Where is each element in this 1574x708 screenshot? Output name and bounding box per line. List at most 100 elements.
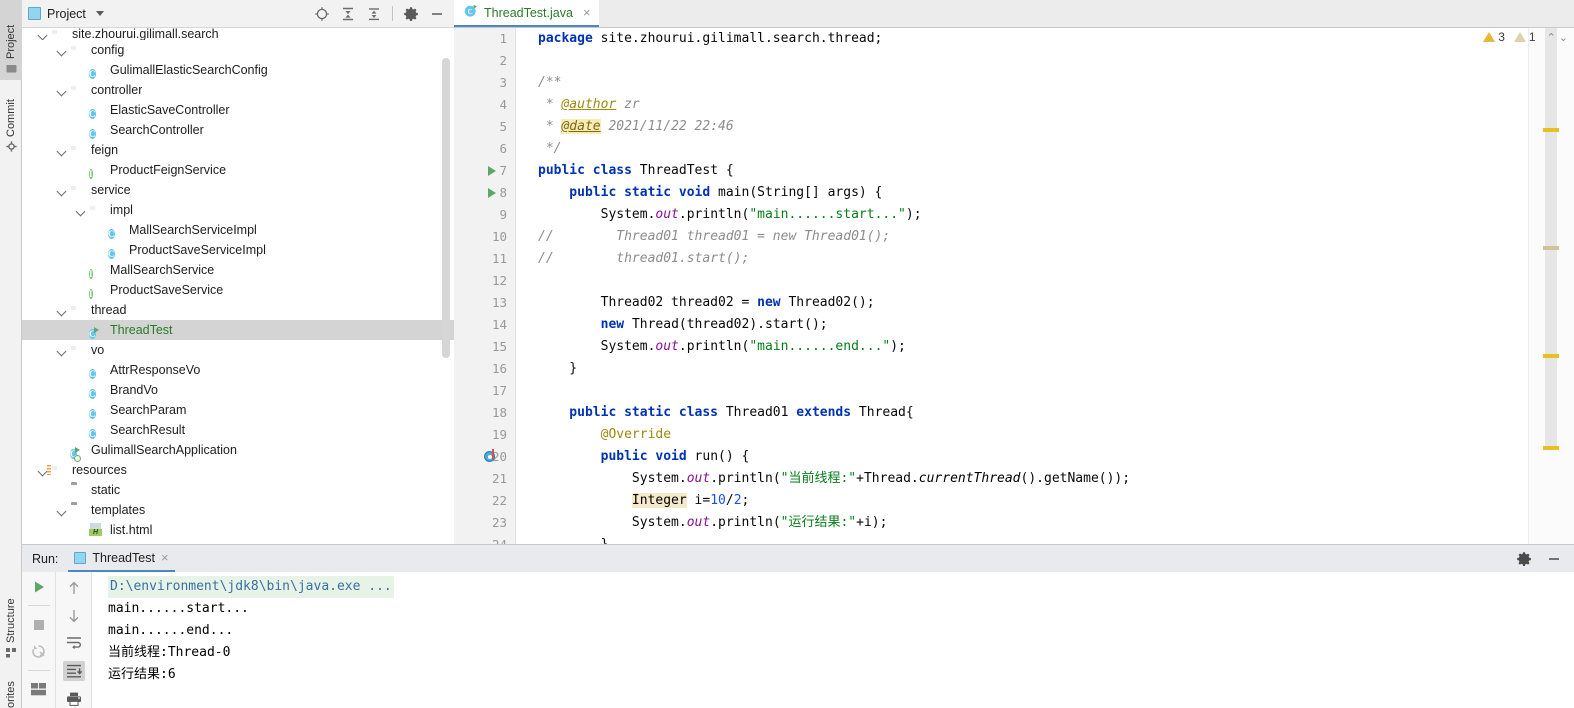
inspection-marker[interactable] <box>1543 446 1559 450</box>
code-line[interactable]: package site.zhourui.gilimall.search.thr… <box>516 28 1528 50</box>
down-arrow-icon[interactable] <box>63 606 85 626</box>
code-line[interactable]: @Override <box>516 424 1528 446</box>
close-icon[interactable]: × <box>583 5 591 20</box>
chevron-down-icon[interactable]: ⌄ <box>1559 31 1568 44</box>
sidebar-item-commit[interactable]: Commit <box>0 80 22 158</box>
code-line[interactable] <box>516 380 1528 402</box>
tree-item[interactable]: I MallSearchService <box>22 260 454 280</box>
tree-item[interactable]: C ProductSaveServiceImpl <box>22 240 454 260</box>
code-line[interactable]: public static void main(String[] args) { <box>516 182 1528 204</box>
project-tree-scrollbar[interactable] <box>442 58 450 358</box>
code-line[interactable]: } <box>516 358 1528 380</box>
tree-item[interactable]: templates <box>22 500 454 520</box>
tree-item[interactable]: C BrandVo <box>22 380 454 400</box>
code-line[interactable]: public static class Thread01 extends Thr… <box>516 402 1528 424</box>
chevron-down-icon[interactable] <box>95 11 104 16</box>
run-console-output[interactable]: D:\environment\jdk8\bin\java.exe ... main… <box>92 572 1574 708</box>
run-tab-threadtest[interactable]: ThreadTest × <box>68 545 175 572</box>
tree-item[interactable]: controller <box>22 80 454 100</box>
locate-icon[interactable] <box>314 6 330 22</box>
tree-item[interactable]: C ElasticSaveController <box>22 100 454 120</box>
tree-item[interactable]: C GulimallElasticSearchConfig <box>22 60 454 80</box>
rerun-icon[interactable] <box>28 578 50 595</box>
code-line[interactable]: System.out.println("当前线程:"+Thread.curren… <box>516 468 1528 490</box>
tree-item[interactable]: C AttrResponseVo <box>22 360 454 380</box>
inspection-marker[interactable] <box>1543 246 1559 250</box>
chevron-down-icon[interactable] <box>57 345 68 356</box>
code-content[interactable]: package site.zhourui.gilimall.search.thr… <box>516 28 1528 544</box>
code-line[interactable]: System.out.println("main......start...")… <box>516 204 1528 226</box>
chevron-down-icon[interactable] <box>57 145 68 156</box>
tree-item[interactable]: service <box>22 180 454 200</box>
tree-item[interactable]: C SearchController <box>22 120 454 140</box>
tab-threadtest-java[interactable]: C ThreadTest.java × <box>454 0 599 27</box>
chevron-down-icon[interactable] <box>57 85 68 96</box>
chevron-down-icon[interactable] <box>57 45 68 56</box>
tree-item[interactable]: I ProductSaveService <box>22 280 454 300</box>
print-icon[interactable] <box>63 689 85 708</box>
code-line[interactable]: Integer i=10/2; <box>516 490 1528 512</box>
inspection-summary[interactable]: 3 1 ⌃ ⌄ <box>1483 30 1568 44</box>
tree-item[interactable]: Hlist.html <box>22 520 454 540</box>
stop-icon[interactable] <box>28 616 50 633</box>
close-icon[interactable]: × <box>161 550 169 565</box>
tree-item[interactable]: thread <box>22 300 454 320</box>
code-line[interactable]: * @date 2021/11/22 22:46 <box>516 116 1528 138</box>
code-line[interactable]: System.out.println("运行结果:"+i); <box>516 512 1528 534</box>
chevron-down-icon[interactable] <box>57 305 68 316</box>
gear-icon[interactable] <box>403 6 419 22</box>
layout-icon[interactable] <box>28 681 50 698</box>
chevron-down-icon[interactable] <box>57 505 68 516</box>
code-line[interactable]: * @author zr <box>516 94 1528 116</box>
code-line[interactable]: public void run() { <box>516 446 1528 468</box>
editor-gutter[interactable]: 123456789101112131415161718192021222324 <box>454 28 516 552</box>
rerun-failed-icon[interactable] <box>28 643 50 660</box>
tree-item[interactable]: impl <box>22 200 454 220</box>
code-line[interactable]: */ <box>516 138 1528 160</box>
inspection-marker[interactable] <box>1543 354 1559 358</box>
code-line[interactable] <box>516 50 1528 72</box>
tree-item[interactable]: resources <box>22 460 454 480</box>
inspection-marker[interactable] <box>1543 128 1559 132</box>
tree-item[interactable]: vo <box>22 340 454 360</box>
up-arrow-icon[interactable] <box>63 578 85 598</box>
chevron-down-icon[interactable] <box>38 29 49 40</box>
tree-item[interactable]: C MallSearchServiceImpl <box>22 220 454 240</box>
code-line[interactable]: public class ThreadTest { <box>516 160 1528 182</box>
tree-item[interactable]: site.zhourui.gilimall.search <box>22 28 454 40</box>
scroll-to-end-icon[interactable] <box>62 661 85 682</box>
code-line[interactable]: new Thread(thread02).start(); <box>516 314 1528 336</box>
code-line[interactable]: Thread02 thread02 = new Thread02(); <box>516 292 1528 314</box>
chevron-down-icon[interactable] <box>57 185 68 196</box>
minimize-icon[interactable] <box>429 6 445 22</box>
sidebar-item-favorites[interactable]: orites <box>0 664 22 708</box>
code-line[interactable]: // thread01.start(); <box>516 248 1528 270</box>
tree-item[interactable]: feign <box>22 140 454 160</box>
tree-item[interactable]: I ProductFeignService <box>22 160 454 180</box>
chevron-down-icon[interactable] <box>76 205 87 216</box>
inspection-strip[interactable] <box>1528 28 1574 544</box>
run-gutter-icon[interactable] <box>488 166 496 176</box>
gear-icon[interactable] <box>1516 551 1532 567</box>
code-line[interactable] <box>516 270 1528 292</box>
editor-scrollbar-track[interactable] <box>1545 28 1557 448</box>
minimize-icon[interactable] <box>1546 551 1562 567</box>
soft-wrap-icon[interactable] <box>63 634 85 654</box>
run-gutter-icon[interactable] <box>488 188 496 198</box>
collapse-all-icon[interactable] <box>366 6 382 22</box>
chevron-up-icon[interactable]: ⌃ <box>1547 31 1556 44</box>
code-line[interactable]: System.out.println("main......end..."); <box>516 336 1528 358</box>
tree-item[interactable]: static <box>22 480 454 500</box>
code-line[interactable]: // Thread01 thread01 = new Thread01(); <box>516 226 1528 248</box>
tree-item[interactable]: C SearchResult <box>22 420 454 440</box>
tree-item[interactable]: C SearchParam <box>22 400 454 420</box>
sidebar-item-structure[interactable]: Structure <box>0 580 22 664</box>
sidebar-item-project[interactable]: Project <box>0 0 22 80</box>
tree-item[interactable]: config <box>22 40 454 60</box>
tree-item[interactable]: C ThreadTest <box>22 320 454 340</box>
expand-all-icon[interactable] <box>340 6 356 22</box>
project-tree[interactable]: site.zhourui.gilimall.search config C Gulim… <box>22 28 454 544</box>
breakpoint-icon[interactable] <box>484 449 495 462</box>
project-title-group[interactable]: Project <box>28 7 104 21</box>
code-line[interactable]: } <box>516 534 1528 544</box>
